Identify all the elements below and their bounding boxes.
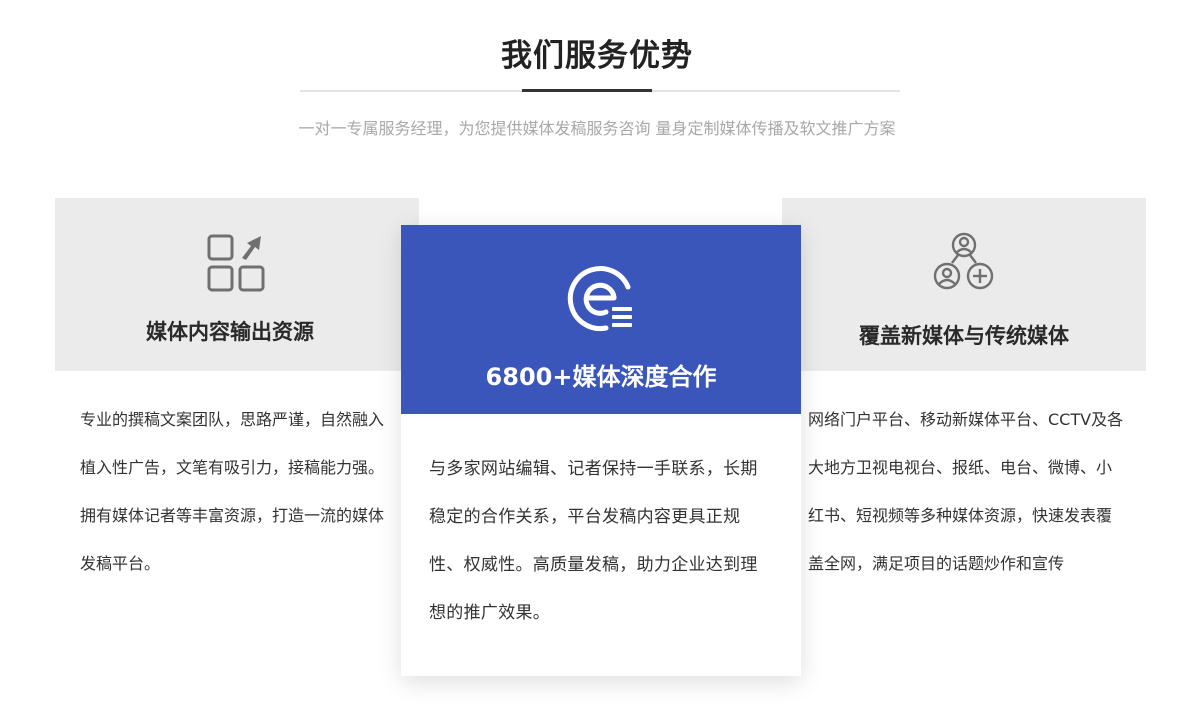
card-left-title: 媒体内容输出资源 bbox=[146, 320, 314, 344]
card-left-body: 专业的撰稿文案团队，思路严谨，自然融入植入性广告，文笔有吸引力，接稿能力强。 拥… bbox=[80, 396, 390, 588]
card-center-body: 与多家网站编辑、记者保持一手联系，长期稳定的合作关系，平台发稿内容更具正规性、权… bbox=[429, 459, 758, 623]
card-right-body: 网络门户平台、移动新媒体平台、CCTV及各大地方卫视电视台、报纸、电台、微博、小… bbox=[808, 410, 1124, 573]
card-left-paragraph: 专业的撰稿文案团队，思路严谨，自然融入植入性广告，文笔有吸引力，接稿能力强。 bbox=[80, 410, 385, 477]
card-center-title: 6800+媒体深度合作 bbox=[485, 363, 717, 391]
card-center-header: 6800+媒体深度合作 bbox=[401, 225, 801, 414]
section-title: 我们服务优势 bbox=[501, 38, 693, 74]
user-network-icon bbox=[933, 232, 994, 290]
card-left-header: 媒体内容输出资源 bbox=[55, 198, 419, 371]
card-left-paragraph: 拥有媒体记者等丰富资源，打造一流的媒体发稿平台。 bbox=[80, 506, 385, 573]
services-advantages-section: 我们服务优势 一对一专属服务经理，为您提供媒体发稿服务咨询 量身定制媒体传播及软… bbox=[0, 0, 1194, 714]
apps-grid-icon bbox=[207, 234, 265, 292]
title-divider-accent bbox=[522, 89, 652, 92]
card-center: 6800+媒体深度合作 与多家网站编辑、记者保持一手联系，长期稳定的合作关系，平… bbox=[401, 225, 801, 676]
section-subtitle: 一对一专属服务经理，为您提供媒体发稿服务咨询 量身定制媒体传播及软文推广方案 bbox=[298, 119, 896, 138]
card-right-header: 覆盖新媒体与传统媒体 bbox=[782, 198, 1146, 371]
e-logo-icon bbox=[567, 266, 632, 332]
card-right-title: 覆盖新媒体与传统媒体 bbox=[859, 324, 1069, 348]
